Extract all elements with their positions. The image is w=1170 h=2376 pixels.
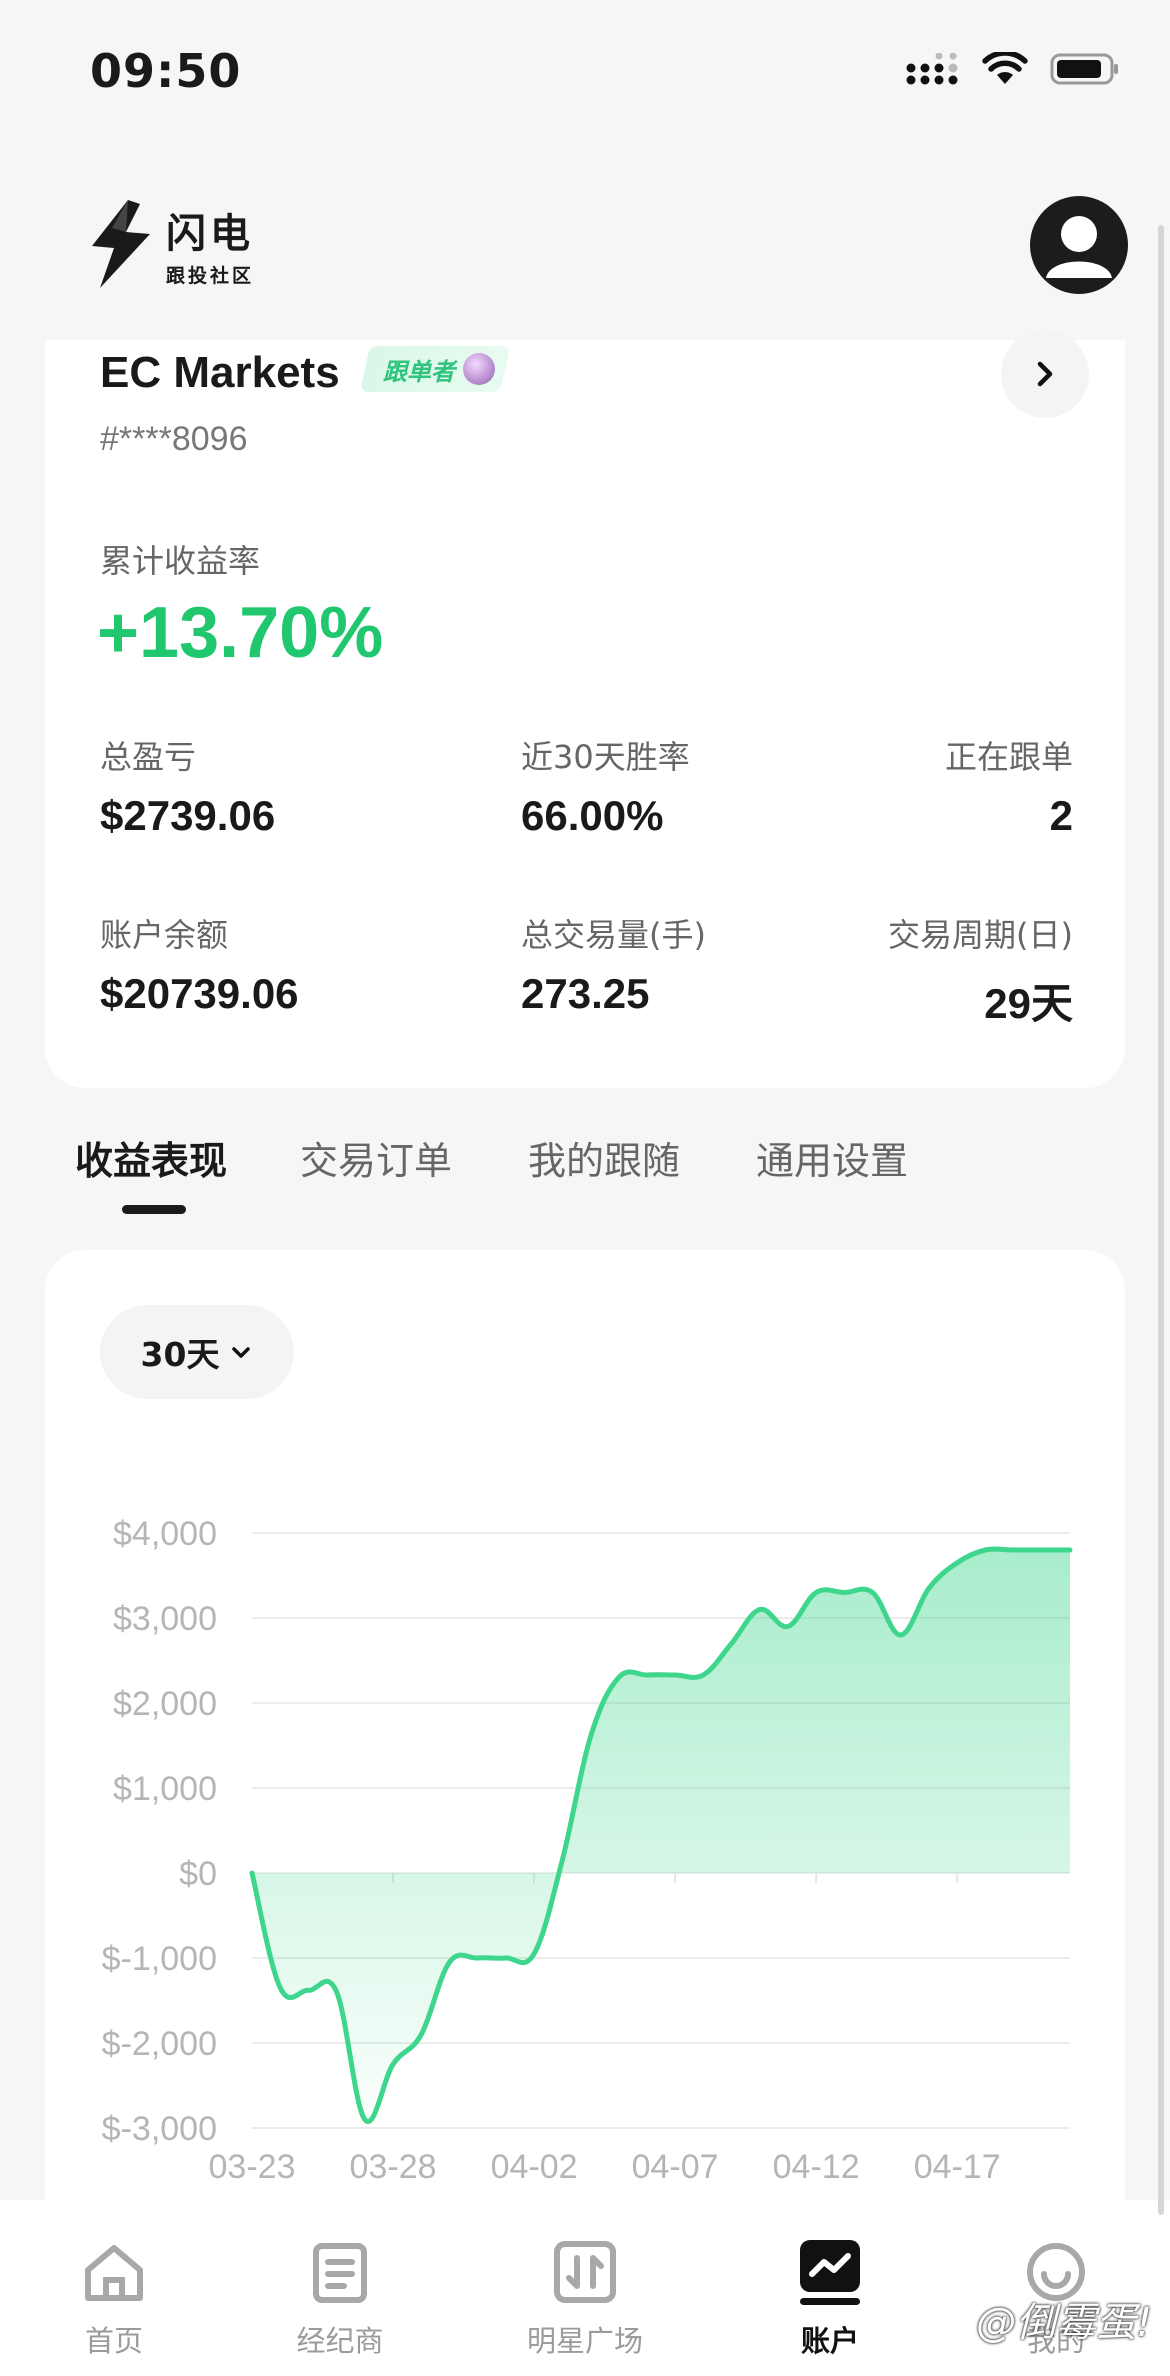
x-tick-label: 03-23: [209, 2148, 296, 2186]
stat-value: 2: [1049, 792, 1073, 839]
x-tick-label: 04-12: [773, 2148, 860, 2186]
nav-label: 账户: [800, 2324, 859, 2358]
active-tab-indicator: [122, 1205, 186, 1214]
cellular-signal-icon: [906, 53, 958, 85]
y-tick-label: $0: [179, 1855, 217, 1893]
nav-home[interactable]: 首页: [34, 2236, 194, 2360]
stat-label: 正在跟单: [944, 738, 1073, 776]
stat-label: 总交易量(手): [521, 916, 706, 954]
nav-account[interactable]: 账户: [750, 2236, 910, 2360]
bottom-tab-bar: 首页 经纪商 明星广场 账户 我的: [0, 2200, 1170, 2376]
watermark-text: @倒霉蛋!: [975, 2300, 1152, 2346]
app-logo: 闪电 跟投社区: [88, 198, 254, 290]
app-header: 闪电 跟投社区: [0, 180, 1170, 340]
wifi-icon: [982, 52, 1028, 84]
cumulative-return-label: 累计收益率: [100, 542, 261, 580]
tab-settings[interactable]: 通用设置: [756, 1130, 908, 1185]
stat-value: 29天: [984, 980, 1073, 1027]
nav-label: 经纪商: [296, 2324, 384, 2358]
scrollbar[interactable]: [1158, 225, 1164, 2215]
equity-area: [252, 1548, 1070, 2122]
account-chart-icon: [794, 2236, 866, 2308]
user-avatar-icon: [1046, 216, 1112, 278]
nav-label: 首页: [84, 2324, 143, 2358]
status-time: 09:50: [90, 44, 242, 98]
equity-chart: $4,000 $3,000 $2,000 $1,000 $0 $-1,000 $-2,000…: [102, 1515, 1073, 2186]
x-tick-label: 04-07: [632, 2148, 719, 2186]
stat-value: 273.25: [521, 970, 650, 1017]
watermark: @倒霉蛋!: [976, 2290, 1152, 2348]
stat-value: $2739.06: [100, 792, 276, 839]
y-tick-label: $4,000: [113, 1515, 217, 1553]
stat-label: 近30天胜率: [521, 738, 690, 776]
stat-label: 总盈亏: [100, 738, 197, 776]
nav-broker[interactable]: 经纪商: [260, 2236, 420, 2360]
y-tick-label: $-3,000: [102, 2110, 217, 2148]
performance-chart-card: 30天 $4,000 $3,000 $2,000 $1,000 $0 $-1,000 $-2…: [45, 1250, 1125, 2290]
lightning-logo-icon: [92, 200, 150, 288]
home-icon: [78, 2236, 150, 2308]
section-tabs: 收益表现 交易订单 我的跟随 通用设置: [0, 1130, 1170, 1210]
tab-following[interactable]: 我的跟随: [528, 1130, 680, 1185]
y-tick-label: $-2,000: [102, 2025, 217, 2063]
cumulative-return-value: +13.70%: [97, 593, 384, 673]
y-tick-label: $2,000: [113, 1685, 217, 1723]
stat-value: $20739.06: [100, 970, 299, 1017]
logo-subtitle: 跟投社区: [166, 264, 255, 287]
stat-active-follows: 正在跟单 2: [945, 732, 1073, 840]
tab-orders[interactable]: 交易订单: [300, 1130, 452, 1185]
stat-label: 账户余额: [100, 916, 229, 954]
stat-value: 66.00%: [521, 792, 664, 839]
chevron-right-icon: [1037, 361, 1053, 387]
status-bar: 09:50: [0, 0, 1170, 150]
y-tick-label: $3,000: [113, 1600, 217, 1638]
x-tick-label: 03-28: [350, 2148, 437, 2186]
x-tick-label: 04-02: [491, 2148, 578, 2186]
follower-badge-label: 跟单者: [383, 357, 455, 386]
account-summary-card: EC Markets 跟单者 #****8096 累计收益率 +13.70% 总…: [45, 330, 1125, 1088]
avatar[interactable]: [1030, 196, 1128, 294]
nav-label: 明星广场: [526, 2324, 643, 2358]
y-tick-label: $-1,000: [102, 1940, 217, 1978]
badge-orb-icon: [463, 353, 495, 385]
stat-balance: 账户余额 $20739.06: [100, 910, 299, 1018]
stat-total-volume: 总交易量(手) 273.25: [521, 910, 706, 1018]
logo-title: 闪电: [166, 210, 254, 257]
star-square-icon: [549, 2236, 621, 2308]
battery-icon: [1050, 53, 1118, 85]
x-tick-label: 04-17: [914, 2148, 1001, 2186]
broker-name: EC Markets: [100, 348, 340, 397]
account-id: #****8096: [100, 420, 248, 458]
tab-performance[interactable]: 收益表现: [75, 1130, 227, 1185]
stat-trade-period: 交易周期(日) 29天: [888, 910, 1073, 1031]
broker-doc-icon: [304, 2236, 376, 2308]
y-tick-label: $1,000: [113, 1770, 217, 1808]
stat-total-pnl: 总盈亏 $2739.06: [100, 732, 275, 840]
nav-star-square[interactable]: 明星广场: [505, 2236, 665, 2360]
status-icons: [906, 52, 1120, 86]
account-detail-button[interactable]: [1001, 330, 1089, 418]
follower-badge: 跟单者: [360, 346, 510, 392]
stat-label: 交易周期(日): [888, 916, 1073, 954]
stat-30d-winrate: 近30天胜率 66.00%: [521, 732, 690, 840]
